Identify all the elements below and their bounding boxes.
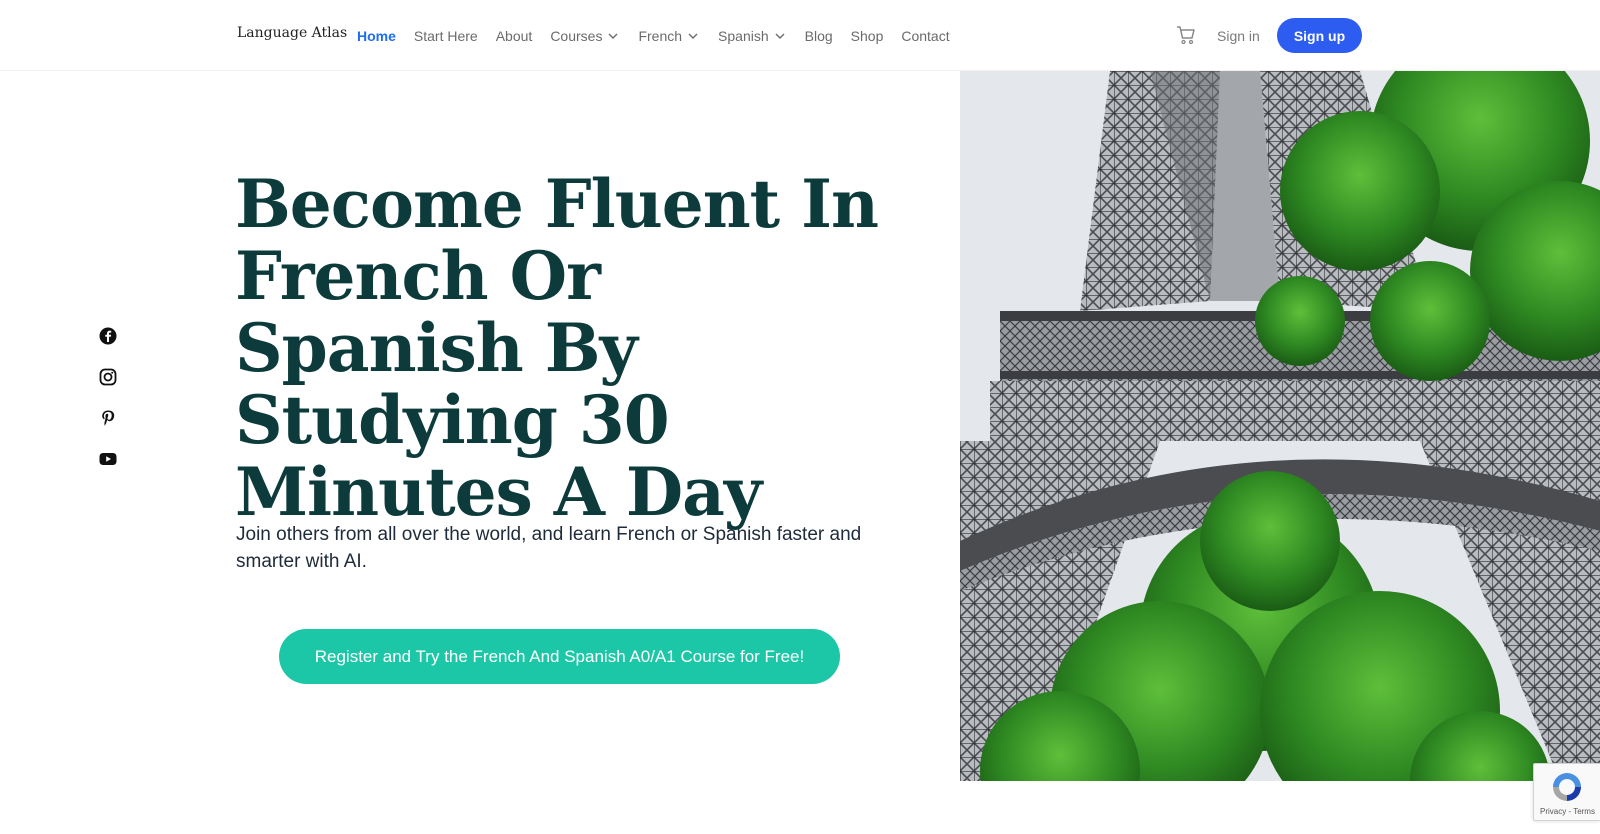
youtube-icon[interactable] [99,450,117,468]
site-header: Language Atlas Home Start Here About Cou… [0,0,1600,71]
nav-label: Courses [550,27,603,44]
pinterest-icon[interactable] [99,409,117,427]
nav-item-blog[interactable]: Blog [805,28,833,44]
signup-button[interactable]: Sign up [1277,18,1362,53]
chevron-down-icon [688,33,698,39]
nav-item-home[interactable]: Home [357,28,396,44]
site-logo[interactable]: Language Atlas [237,25,347,41]
nav-item-courses[interactable]: Courses [550,28,620,44]
nav-label: Contact [901,27,950,44]
main-nav: Home Start Here About Courses French Spa… [357,0,968,71]
social-links [99,327,119,491]
nav-label: Start Here [413,27,478,44]
nav-item-spanish[interactable]: Spanish [718,28,787,44]
nav-label: French [638,27,683,44]
signin-link[interactable]: Sign in [1217,28,1260,44]
nav-label: Spanish [718,27,769,44]
nav-label: Blog [804,27,833,44]
nav-item-start-here[interactable]: Start Here [414,28,478,44]
chevron-down-icon [608,33,618,39]
cart-icon[interactable] [1175,24,1197,46]
nav-item-about[interactable]: About [496,28,533,44]
recaptcha-badge[interactable]: Privacy - Terms [1533,763,1600,821]
recaptcha-footer-text[interactable]: Privacy - Terms [1540,807,1595,816]
facebook-icon[interactable] [99,327,117,345]
register-cta-button[interactable]: Register and Try the French And Spanish … [279,629,840,684]
recaptcha-icon [1553,773,1581,801]
nav-item-french[interactable]: French [638,28,700,44]
nav-label: Home [357,27,396,44]
hero-title: Become Fluent In French Or Spanish By St… [235,165,879,531]
hero-subtitle: Join others from all over the world, and… [236,524,862,572]
nav-item-contact[interactable]: Contact [901,28,949,44]
instagram-icon[interactable] [99,368,117,386]
hero-image-eiffel-tower [960,71,1600,781]
nav-label: Shop [850,27,884,44]
chevron-down-icon [775,33,785,39]
nav-label: About [495,27,533,44]
nav-item-shop[interactable]: Shop [851,28,884,44]
